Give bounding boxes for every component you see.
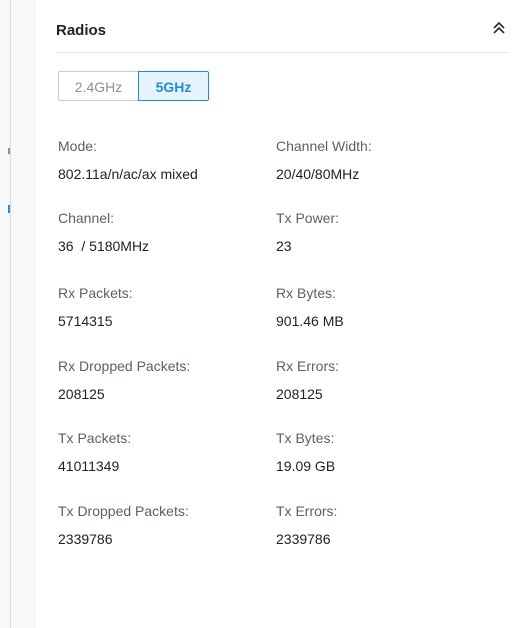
stat-rx-dropped-packets: Rx Dropped Packets: 208125	[58, 358, 190, 402]
chevron-double-up-icon	[493, 21, 505, 34]
stat-tx-packets: Tx Packets: 41011349	[58, 430, 131, 474]
stat-label: Tx Packets:	[58, 430, 132, 446]
stat-value: 802.11a/n/ac/ax mixed	[58, 166, 198, 182]
stat-value: 2339786	[58, 531, 113, 547]
radios-panel: Radios 2.4GHz 5GHz Mode: 802.11a/n/ac/ax…	[36, 0, 514, 628]
stat-channel: Channel: 36 / 5180MHz	[58, 210, 149, 254]
stat-rx-errors: Rx Errors: 208125	[276, 358, 339, 402]
stat-tx-errors: Tx Errors: 2339786	[276, 503, 337, 547]
stat-tx-power: Tx Power: 23	[276, 210, 339, 254]
stat-channel-width: Channel Width: 20/40/80MHz	[276, 138, 372, 182]
stat-value: 5714315	[58, 313, 113, 329]
sidebar-active-marker	[8, 205, 10, 213]
stat-label: Rx Bytes:	[276, 285, 336, 301]
stat-value: 901.46 MB	[276, 313, 344, 329]
stat-label: Tx Bytes:	[276, 430, 335, 446]
stat-label: Channel:	[58, 210, 115, 226]
stat-value: 19.09 GB	[276, 458, 336, 474]
panel-header: Radios	[56, 21, 505, 42]
stat-mode: Mode: 802.11a/n/ac/ax mixed	[58, 138, 198, 182]
band-toggle: 2.4GHz 5GHz	[58, 71, 209, 101]
stat-tx-dropped-packets: Tx Dropped Packets: 2339786	[58, 503, 189, 547]
stat-label: Mode:	[58, 138, 97, 154]
stat-value: 23	[276, 238, 292, 254]
tab-2-4ghz[interactable]: 2.4GHz	[58, 71, 138, 101]
stat-label: Tx Errors:	[276, 503, 338, 519]
stat-value: 2339786	[276, 531, 331, 547]
header-divider	[56, 52, 508, 53]
stat-value: 20/40/80MHz	[276, 166, 360, 182]
panel-title: Radios	[56, 22, 107, 39]
stat-label: Rx Dropped Packets:	[58, 358, 191, 374]
stat-label: Tx Dropped Packets:	[58, 503, 189, 519]
stat-rx-bytes: Rx Bytes: 901.46 MB	[276, 285, 344, 329]
stat-label: Rx Packets:	[58, 285, 133, 301]
tab-5ghz[interactable]: 5GHz	[138, 71, 209, 101]
collapse-button[interactable]	[492, 21, 510, 39]
stat-label: Rx Errors:	[276, 358, 339, 374]
stat-tx-bytes: Tx Bytes: 19.09 GB	[276, 430, 335, 474]
stat-value: 208125	[276, 386, 323, 402]
stat-value: 36 / 5180MHz	[58, 238, 150, 254]
stat-value: 208125	[58, 386, 105, 402]
stat-rx-packets: Rx Packets: 5714315	[58, 285, 133, 329]
sidebar-marker	[8, 148, 10, 154]
left-sidebar-strip	[0, 0, 36, 628]
stat-value: 41011349	[58, 458, 120, 474]
stat-label: Tx Power:	[276, 210, 340, 226]
stat-label: Channel Width:	[276, 138, 372, 154]
sidebar-divider	[10, 0, 11, 628]
